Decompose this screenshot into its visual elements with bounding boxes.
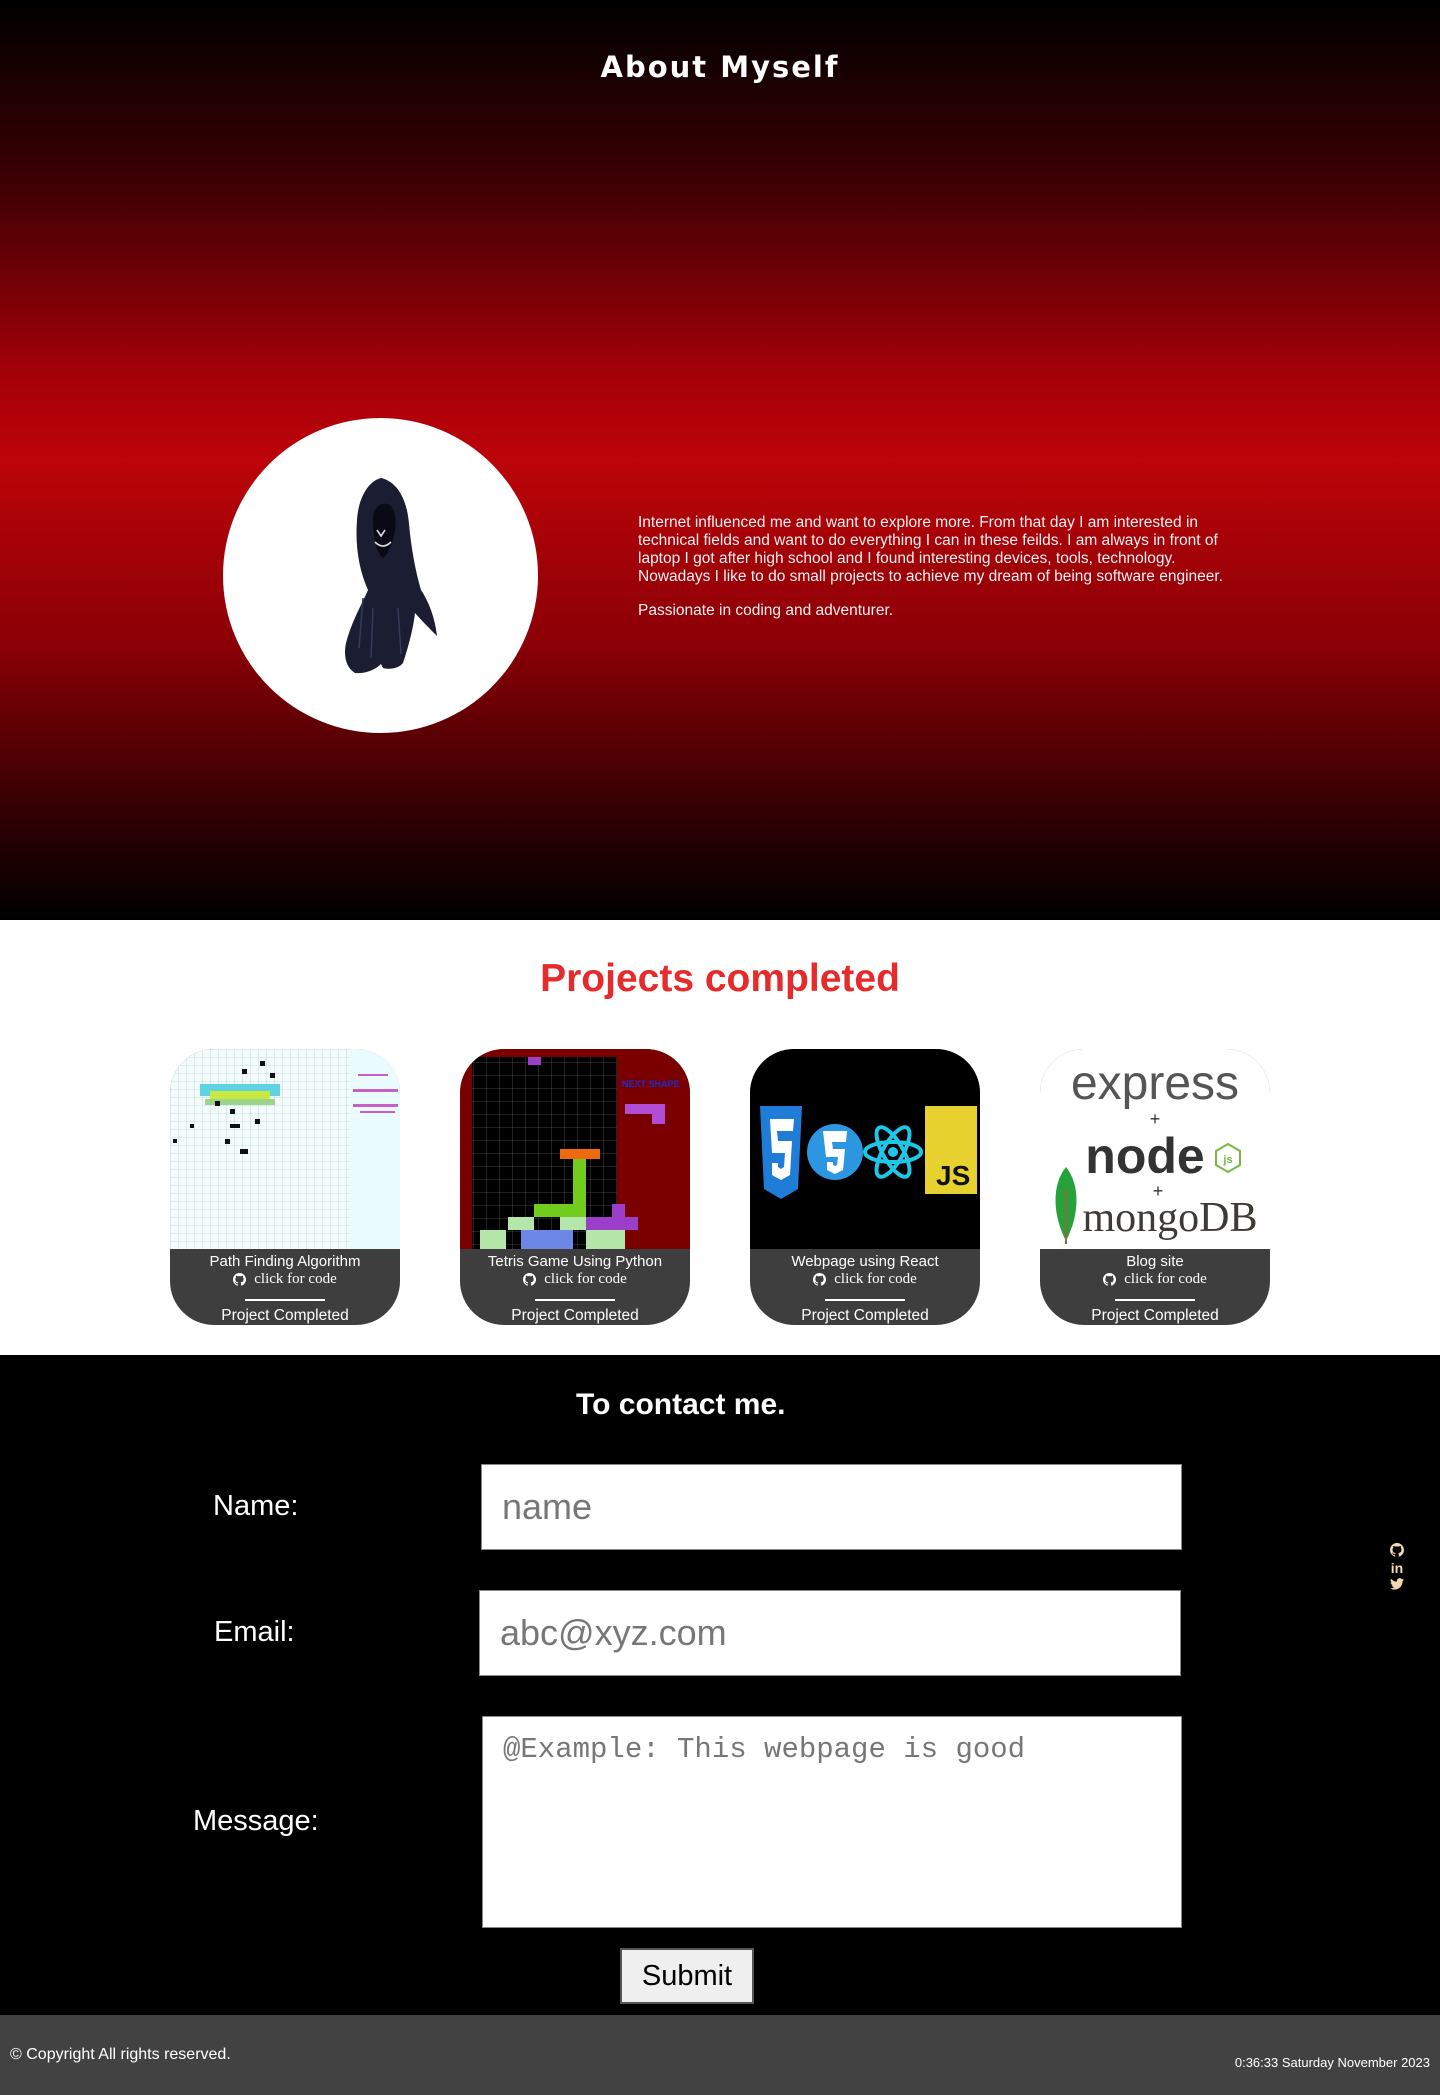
project-name: Blog site (1126, 1253, 1184, 1270)
project-info: Tetris Game Using Python click for code … (460, 1249, 690, 1325)
css3-icon (760, 1106, 802, 1199)
project-card[interactable]: JS Webpage using React click for code Pr… (750, 1049, 980, 1325)
project-status: Project Completed (511, 1307, 639, 1324)
message-label: Message: (193, 1805, 319, 1837)
projects-title: Projects completed (540, 957, 900, 1000)
javascript-icon-label: JS (936, 1160, 970, 1191)
project-code-link[interactable]: click for code (813, 1271, 917, 1288)
javascript-icon: JS (925, 1106, 977, 1194)
about-title: About Myself (600, 50, 840, 84)
github-icon (1103, 1273, 1117, 1286)
github-icon (523, 1273, 537, 1286)
project-status: Project Completed (801, 1307, 929, 1324)
hooded-figure-icon (345, 478, 437, 674)
project-thumbnail-blog: express + node js + mongoDB (1040, 1049, 1270, 1249)
avatar (223, 418, 538, 733)
contact-section: To contact me. Name: Email: Message: Sub… (0, 1355, 1440, 2015)
project-info: Path Finding Algorithm click for code Pr… (170, 1249, 400, 1325)
project-code-link[interactable]: click for code (1103, 1271, 1207, 1288)
email-label: Email: (214, 1616, 295, 1648)
clock-text: 0:36:33 Saturday November 2023 (1234, 2055, 1430, 2070)
project-card[interactable]: Path Finding Algorithm click for code Pr… (170, 1049, 400, 1325)
code-link-label: click for code (834, 1271, 917, 1287)
code-link-label: click for code (544, 1271, 627, 1287)
code-link-label: click for code (254, 1271, 337, 1287)
github-link[interactable] (1387, 1543, 1407, 1560)
project-thumbnail-pathfinding (170, 1049, 400, 1249)
github-icon (1390, 1543, 1404, 1557)
node-logo: node (1085, 1128, 1204, 1184)
project-code-link[interactable]: click for code (233, 1271, 337, 1288)
submit-button[interactable]: Submit (620, 1948, 754, 2004)
about-text: Internet influenced me and want to explo… (638, 514, 1223, 620)
name-field[interactable] (481, 1464, 1182, 1550)
twitter-icon (1390, 1578, 1404, 1590)
contact-title: To contact me. (576, 1388, 786, 1421)
css-badge-icon (807, 1124, 863, 1180)
linkedin-link[interactable]: in (1387, 1560, 1407, 1577)
project-thumbnail-tetris: NEXT SHAPE (460, 1049, 690, 1249)
name-label: Name: (213, 1490, 299, 1522)
code-link-label: click for code (1124, 1271, 1207, 1287)
email-field[interactable] (479, 1590, 1181, 1676)
divider (535, 1299, 615, 1301)
express-logo: express (1071, 1057, 1239, 1110)
project-status: Project Completed (1091, 1307, 1219, 1324)
project-name: Tetris Game Using Python (487, 1253, 663, 1270)
footer: © Copyright All rights reserved. 0:36:33… (0, 2015, 1440, 2095)
divider (245, 1299, 325, 1301)
nodejs-hexagon-label: js (1222, 1154, 1232, 1166)
message-textarea[interactable] (482, 1716, 1182, 1928)
about-section: About Myself Internet influenced me and … (0, 0, 1440, 920)
about-tagline: Passionate in coding and adventurer. (638, 602, 894, 619)
project-thumbnail-react: JS (750, 1049, 980, 1249)
projects-section: Projects completed Path Finding Algorith… (0, 920, 1440, 1355)
github-icon (233, 1273, 247, 1286)
project-card[interactable]: NEXT SHAPE Tetris Game Using Python clic… (460, 1049, 690, 1325)
divider (1115, 1299, 1195, 1301)
twitter-link[interactable] (1387, 1577, 1407, 1594)
social-links: in (1387, 1543, 1407, 1594)
project-status: Project Completed (221, 1307, 349, 1324)
project-card[interactable]: express + node js + mongoDB Blog site cl… (1040, 1049, 1270, 1325)
project-name: Path Finding Algorithm (209, 1253, 361, 1270)
project-info: Webpage using React click for code Proje… (750, 1249, 980, 1325)
copyright-text: © Copyright All rights reserved. (10, 2046, 231, 2063)
project-code-link[interactable]: click for code (523, 1271, 627, 1288)
project-info: Blog site click for code Project Complet… (1040, 1249, 1270, 1325)
mongodb-logo: mongoDB (1082, 1195, 1257, 1241)
divider (825, 1299, 905, 1301)
project-name: Webpage using React (791, 1253, 939, 1270)
github-icon (813, 1273, 827, 1286)
plus-sign: + (1150, 1109, 1161, 1129)
linkedin-icon: in (1390, 1560, 1404, 1576)
about-paragraph: Internet influenced me and want to explo… (638, 514, 1223, 585)
next-shape-label: NEXT SHAPE (622, 1079, 680, 1089)
